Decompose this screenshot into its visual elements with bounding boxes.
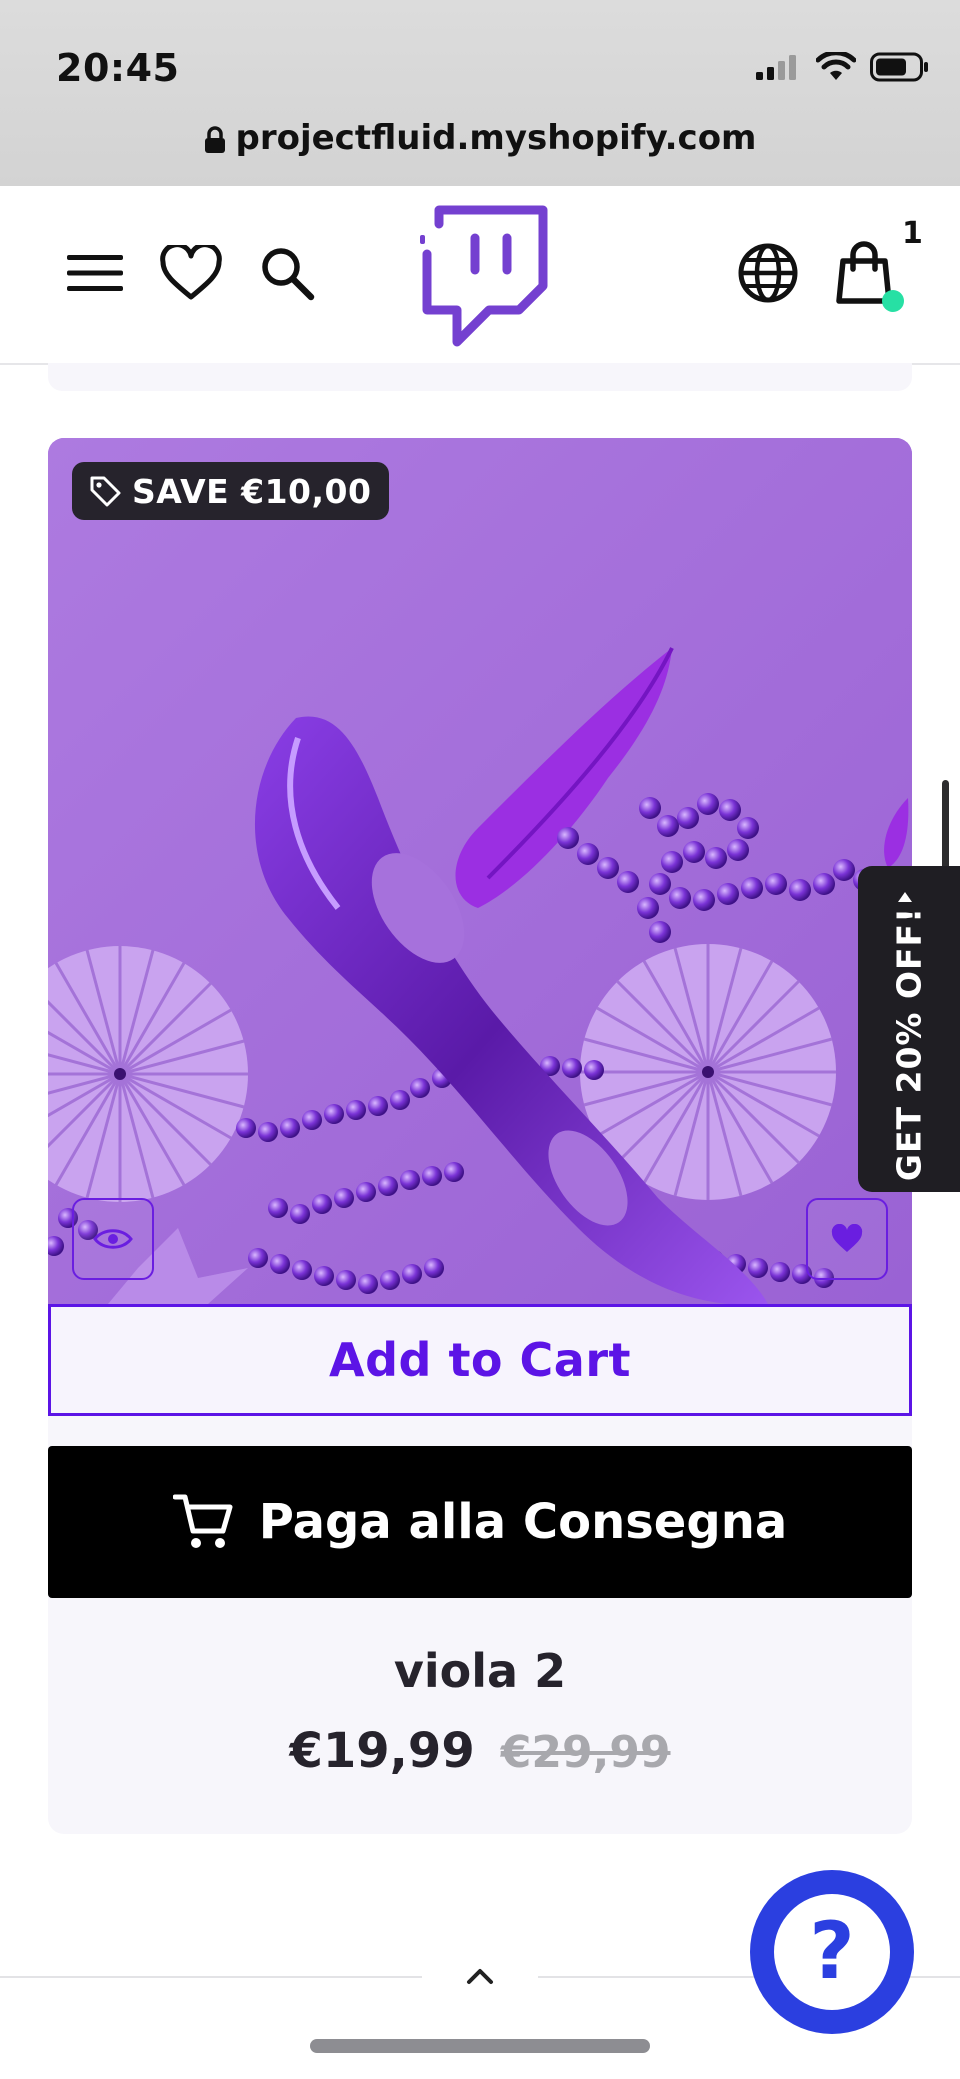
cart-count-badge: 1 [902, 216, 923, 251]
status-icons [756, 52, 930, 82]
caret-up-icon [898, 892, 912, 902]
carnival-mask-photo [48, 438, 912, 1304]
eye-icon [93, 1229, 133, 1249]
home-indicator[interactable] [310, 2039, 650, 2053]
cart-icon [172, 1494, 233, 1548]
lock-icon [204, 125, 225, 153]
tag-icon [90, 476, 121, 507]
search-button[interactable] [252, 238, 322, 308]
previous-product-card [48, 363, 912, 391]
quick-view-button[interactable] [72, 1198, 154, 1280]
browser-chrome: 20:45 projectfluid.myshopify.com [0, 0, 960, 187]
cart-status-dot [882, 290, 904, 312]
back-to-top-button[interactable] [422, 1946, 538, 2006]
product-image[interactable]: SAVE €10,00 [48, 438, 912, 1304]
add-to-wishlist-button[interactable] [806, 1198, 888, 1280]
globe-icon [738, 243, 798, 303]
search-icon [262, 248, 315, 301]
cod-label: Paga alla Consegna [258, 1494, 788, 1550]
save-badge: SAVE €10,00 [72, 462, 390, 520]
product-title[interactable]: viola 2 [48, 1644, 912, 1698]
help-button[interactable]: ? [750, 1870, 914, 2034]
wifi-icon [816, 52, 856, 80]
help-question-icon: ? [774, 1894, 890, 2010]
address-bar[interactable]: projectfluid.myshopify.com [0, 118, 960, 158]
battery-icon [870, 52, 928, 82]
promo-tab[interactable]: GET 20% OFF! [858, 866, 960, 1192]
chevron-up-icon [467, 1969, 493, 1984]
price-row: €19,99 €29,99 [48, 1723, 912, 1779]
product-card[interactable]: SAVE €10,00 Add to Cart Paga alla Conseg… [48, 438, 912, 1834]
promo-label: GET 20% OFF! [889, 906, 929, 1182]
heart-icon [160, 245, 222, 300]
url-text: projectfluid.myshopify.com [235, 118, 757, 158]
compare-at-price: €29,99 [500, 1727, 671, 1778]
menu-icon [67, 255, 123, 291]
store-header: 1 [0, 186, 960, 365]
language-button[interactable] [733, 238, 803, 308]
save-badge-text: SAVE €10,00 [132, 471, 372, 511]
heart-icon [831, 1224, 863, 1252]
add-to-cart-button[interactable]: Add to Cart [48, 1304, 912, 1416]
store-logo[interactable] [413, 202, 553, 352]
status-time: 20:45 [56, 46, 180, 90]
wishlist-button[interactable] [156, 238, 226, 308]
menu-button[interactable] [60, 238, 130, 308]
cash-on-delivery-button[interactable]: Paga alla Consegna [48, 1446, 912, 1598]
sale-price: €19,99 [289, 1723, 475, 1779]
signal-icon [756, 55, 796, 80]
